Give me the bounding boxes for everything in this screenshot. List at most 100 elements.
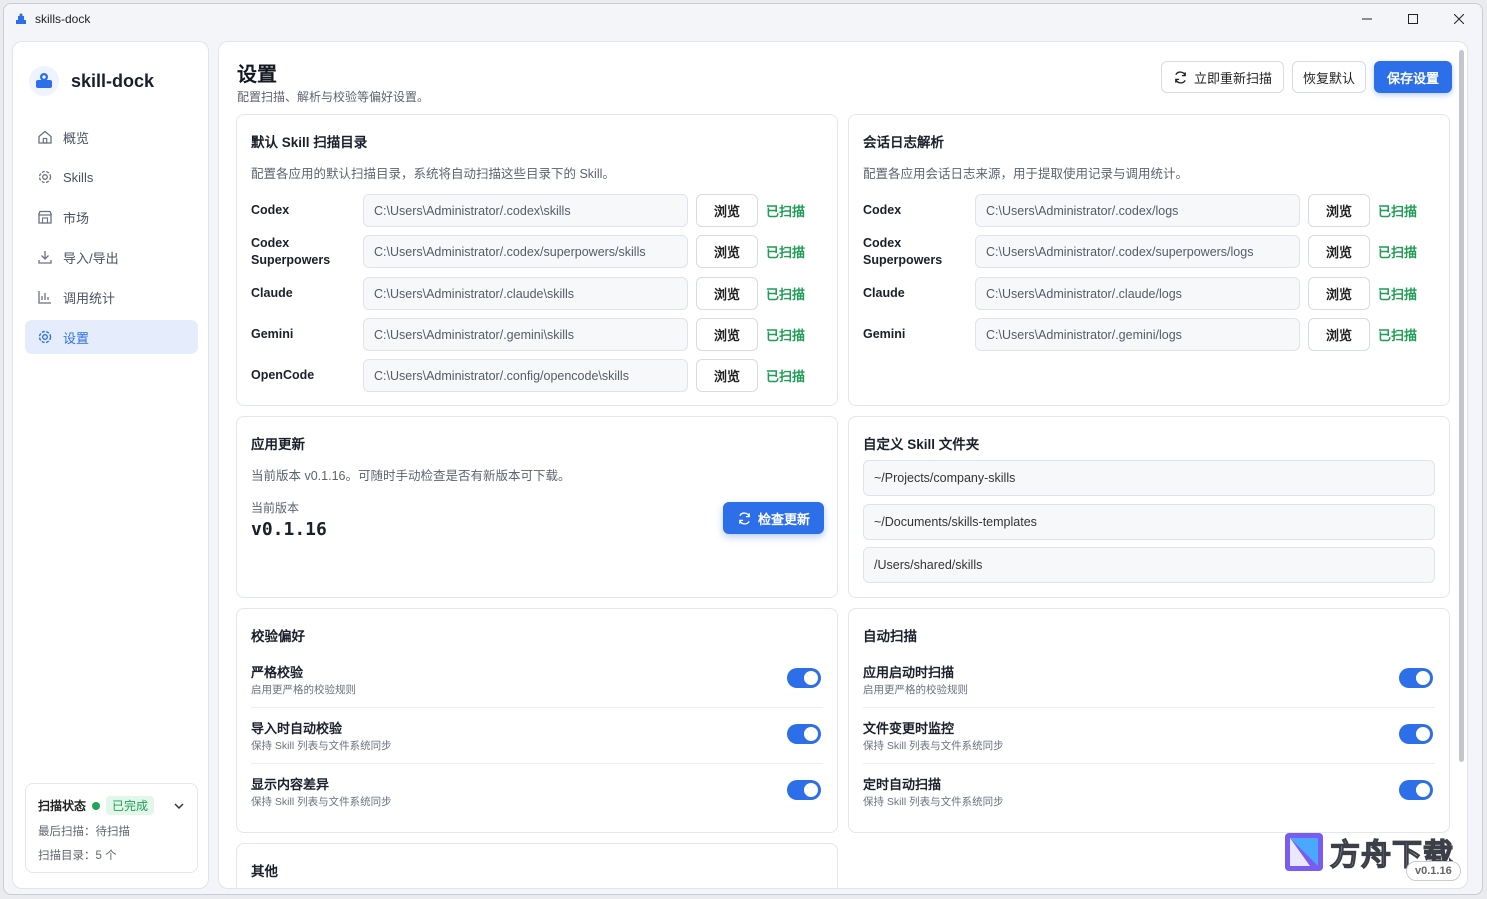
browse-button[interactable]: 浏览 (1308, 277, 1370, 310)
scan-status-text: 已扫描 (766, 369, 806, 384)
toggle-row-watch-changes: 文件变更时监控 保持 Skill 列表与文件系统同步 (863, 708, 1435, 764)
sidebar-item-overview[interactable]: 概览 (25, 120, 198, 154)
restore-default-button[interactable]: 恢复默认 (1292, 61, 1366, 93)
sidebar-item-stats[interactable]: 调用统计 (25, 280, 198, 314)
sidebar-item-market[interactable]: 市场 (25, 200, 198, 234)
scan-status-text: 已扫描 (1378, 245, 1418, 260)
dir-row-claude: Claude C:\Users\Administrator/.claude\sk… (251, 277, 805, 310)
rescan-button[interactable]: 立即重新扫描 (1161, 61, 1284, 93)
check-update-button[interactable]: 检查更新 (723, 502, 824, 534)
scan-status-text: 已扫描 (766, 328, 806, 343)
dir-path-input[interactable]: C:\Users\Administrator/.gemini\skills (363, 318, 688, 351)
custom-folders-title: 自定义 Skill 文件夹 (863, 437, 980, 452)
dir-label: Gemini (863, 327, 906, 341)
header-actions: 立即重新扫描 恢复默认 保存设置 (1153, 61, 1452, 93)
toggle-row-strict: 严格校验 启用更严格的校验规则 (251, 652, 823, 708)
custom-folder-item[interactable]: ~/Projects/company-skills (863, 460, 1435, 496)
title-bar: skills-dock (4, 4, 1482, 34)
log-path-input[interactable]: C:\Users\Administrator/.codex/logs (975, 194, 1300, 227)
startup-scan-toggle[interactable] (1399, 668, 1433, 688)
browse-button[interactable]: 浏览 (1308, 235, 1370, 268)
check-update-label: 检查更新 (757, 511, 810, 527)
dir-label: Claude (251, 286, 293, 300)
sidebar-item-settings[interactable]: 设置 (25, 320, 198, 354)
gear-icon (37, 169, 53, 185)
browse-button[interactable]: 浏览 (1308, 318, 1370, 351)
scan-status-text: 已扫描 (1378, 328, 1418, 343)
dir-label: Codex Superpowers (251, 235, 331, 267)
toggle-desc: 保持 Skill 列表与文件系统同步 (863, 740, 1004, 752)
close-button[interactable] (1436, 4, 1482, 34)
other-title: 其他 (251, 864, 278, 879)
main-panel: 设置 配置扫描、解析与校验等偏好设置。 立即重新扫描 恢复默认 保存设置 默认 … (218, 41, 1468, 889)
dir-path-input[interactable]: C:\Users\Administrator/.codex/superpower… (363, 235, 688, 268)
scan-status-text: 已扫描 (766, 204, 806, 219)
custom-folder-item[interactable]: /Users/shared/skills (863, 547, 1435, 583)
scan-dirs-text: 扫描目录：5 个 (38, 850, 117, 862)
current-version-value: v0.1.16 (251, 519, 327, 540)
log-path-input[interactable]: C:\Users\Administrator/.claude/logs (975, 277, 1300, 310)
browse-button[interactable]: 浏览 (696, 235, 758, 268)
chevron-down-icon[interactable] (173, 800, 185, 812)
sidebar: skill-dock 概览 Skills 市场 导入/导出 调用统计 设置 扫描… (12, 41, 209, 889)
scan-status-label: 扫描状态 (38, 799, 87, 813)
toggle-title: 应用启动时扫描 (863, 665, 955, 680)
log-row-claude: Claude C:\Users\Administrator/.claude/lo… (863, 277, 1417, 310)
log-parse-desc: 配置各应用会话日志来源，用于提取使用记录与调用统计。 (863, 167, 1189, 181)
minimize-icon (1362, 18, 1372, 20)
sidebar-item-label: 市场 (63, 210, 90, 226)
maximize-button[interactable] (1390, 4, 1436, 34)
scan-status-header: 扫描状态 已完成 (38, 796, 185, 815)
browse-button[interactable]: 浏览 (696, 277, 758, 310)
window-controls (1344, 4, 1482, 34)
scheduled-scan-toggle[interactable] (1399, 780, 1433, 800)
window-title: skills-dock (35, 12, 91, 26)
toggle-desc: 保持 Skill 列表与文件系统同步 (251, 740, 392, 752)
sidebar-item-label: Skills (63, 169, 94, 185)
browse-button[interactable]: 浏览 (696, 318, 758, 351)
strict-validation-toggle[interactable] (787, 668, 821, 688)
validation-card: 校验偏好 严格校验 启用更严格的校验规则 导入时自动校验 保持 Skill 列表… (236, 608, 838, 833)
log-path-input[interactable]: C:\Users\Administrator/.codex/superpower… (975, 235, 1300, 268)
dir-path-input[interactable]: C:\Users\Administrator/.codex\skills (363, 194, 688, 227)
default-dirs-desc: 配置各应用的默认扫描目录，系统将自动扫描这些目录下的 Skill。 (251, 167, 615, 181)
other-card: 其他 (236, 843, 838, 888)
download-icon (37, 249, 53, 265)
toggle-row-scheduled-scan: 定时自动扫描 保持 Skill 列表与文件系统同步 (863, 764, 1435, 820)
custom-folder-item[interactable]: ~/Documents/skills-templates (863, 504, 1435, 540)
app-icon (14, 12, 28, 26)
toggle-row-auto-validate: 导入时自动校验 保持 Skill 列表与文件系统同步 (251, 708, 823, 764)
app-update-desc: 当前版本 v0.1.16。可随时手动检查是否有新版本可下载。 (251, 469, 571, 483)
dir-path-input[interactable]: C:\Users\Administrator/.claude\skills (363, 277, 688, 310)
sidebar-item-import-export[interactable]: 导入/导出 (25, 240, 198, 274)
log-parse-title: 会话日志解析 (863, 135, 944, 150)
toggle-title: 定时自动扫描 (863, 777, 942, 792)
default-dirs-title: 默认 Skill 扫描目录 (251, 135, 368, 150)
scrollbar[interactable] (1459, 50, 1464, 762)
auto-validate-toggle[interactable] (787, 724, 821, 744)
browse-button[interactable]: 浏览 (696, 194, 758, 227)
dir-label: Codex (251, 203, 290, 217)
close-icon (1454, 14, 1464, 24)
settings-icon (37, 329, 53, 345)
browse-button[interactable]: 浏览 (1308, 194, 1370, 227)
sidebar-item-skills[interactable]: Skills (25, 160, 198, 194)
brand-logo-icon (29, 66, 59, 96)
home-icon (37, 129, 53, 145)
status-badge: 已完成 (106, 796, 155, 815)
brand: skill-dock (29, 66, 154, 96)
minimize-button[interactable] (1344, 4, 1390, 34)
log-path-input[interactable]: C:\Users\Administrator/.gemini/logs (975, 318, 1300, 351)
dir-label: Gemini (251, 327, 294, 341)
sidebar-item-label: 概览 (63, 130, 90, 146)
scan-status-text: 已扫描 (1378, 287, 1418, 302)
dir-path-input[interactable]: C:\Users\Administrator/.config/opencode\… (363, 359, 688, 392)
browse-button[interactable]: 浏览 (696, 359, 758, 392)
sidebar-item-label: 导入/导出 (63, 250, 119, 266)
show-diff-toggle[interactable] (787, 780, 821, 800)
default-dirs-card: 默认 Skill 扫描目录 配置各应用的默认扫描目录，系统将自动扫描这些目录下的… (236, 114, 838, 406)
toggle-title: 导入时自动校验 (251, 721, 343, 736)
toggle-row-show-diff: 显示内容差异 保持 Skill 列表与文件系统同步 (251, 764, 823, 820)
save-button[interactable]: 保存设置 (1374, 61, 1452, 93)
watch-changes-toggle[interactable] (1399, 724, 1433, 744)
